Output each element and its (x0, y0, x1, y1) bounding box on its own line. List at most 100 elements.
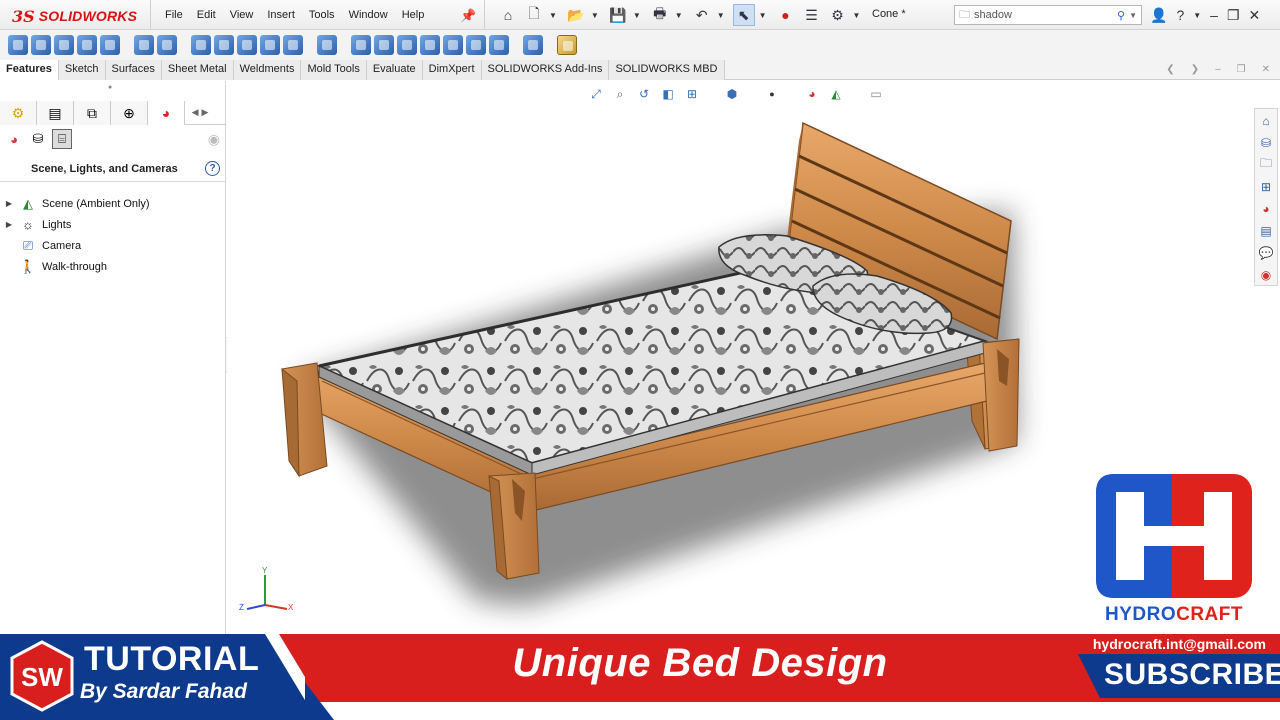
design-library-icon[interactable]: ⛁ (1257, 133, 1275, 152)
tab-surfaces[interactable]: Surfaces (105, 60, 162, 80)
dimxpert-manager-tab-icon[interactable]: ⊕ (111, 101, 148, 125)
tab-mold-tools[interactable]: Mold Tools (301, 60, 367, 80)
scroll-right-icon[interactable]: ▶ (202, 107, 209, 118)
new-document-icon[interactable]: 🗋 (523, 4, 545, 26)
select-pointer-icon[interactable]: ⬉ (732, 4, 755, 26)
fillet-icon[interactable] (283, 35, 303, 55)
open-dropdown-icon[interactable]: ▼ (591, 11, 599, 20)
doc-close-icon[interactable]: ✕ (1262, 64, 1270, 75)
menu-help[interactable]: Help (402, 9, 425, 21)
solidworks-forum-icon[interactable]: 💬 (1257, 243, 1275, 262)
tab-evaluate[interactable]: Evaluate (366, 60, 423, 80)
options-dropdown-icon[interactable]: ▼ (853, 11, 861, 20)
tree-item-lights[interactable]: ▶ ☼ Lights (0, 214, 226, 235)
select-dropdown-icon[interactable]: ▼ (759, 11, 767, 20)
lofted-boss-icon[interactable] (77, 35, 97, 55)
shell-icon[interactable] (420, 35, 440, 55)
help-dropdown-icon[interactable]: ▼ (1193, 11, 1201, 20)
menu-tools[interactable]: Tools (309, 9, 335, 21)
tab-weldments[interactable]: Weldments (233, 60, 302, 80)
tab-features[interactable]: Features (0, 60, 59, 80)
linear-pattern-icon[interactable] (317, 35, 337, 55)
decals-icon[interactable]: ⛁ (28, 129, 48, 149)
panel-help-icon[interactable]: ? (205, 161, 220, 176)
boundary-boss-icon[interactable] (100, 35, 120, 55)
search-dropdown-icon[interactable]: ▼ (1129, 11, 1137, 20)
extruded-cut-icon[interactable] (134, 35, 154, 55)
tree-item-walk-through[interactable]: 🚶 Walk-through (0, 256, 226, 277)
file-properties-icon[interactable]: ☰ (801, 4, 823, 26)
rib-icon[interactable] (351, 35, 371, 55)
doc-minimize-icon[interactable]: – (1215, 64, 1221, 75)
lofted-cut-icon[interactable] (237, 35, 257, 55)
pane-tab-scroll[interactable]: ◀ ▶ (185, 101, 215, 124)
doc-prev-icon[interactable]: ❮ (1166, 64, 1174, 75)
revolved-boss-icon[interactable] (31, 35, 51, 55)
swept-boss-icon[interactable] (54, 35, 74, 55)
boundary-cut-icon[interactable] (260, 35, 280, 55)
user-account-icon[interactable]: 👤 (1150, 7, 1167, 24)
mirror-icon[interactable] (466, 35, 486, 55)
save-icon[interactable]: 💾 (607, 4, 629, 26)
wrap-icon[interactable] (374, 35, 394, 55)
solidworks-logo[interactable]: 3S SOLIDWORKS (12, 6, 137, 26)
property-manager-tab-icon[interactable]: ▤ (37, 101, 74, 125)
revolved-cut-icon[interactable] (191, 35, 211, 55)
hole-wizard-icon[interactable] (157, 35, 177, 55)
pane-grip-icon[interactable]: ● (108, 84, 112, 91)
rebuild-traffic-light-icon[interactable]: ● (775, 4, 797, 26)
appearances-scenes-decals-icon[interactable]: ◕ (1257, 199, 1275, 218)
expand-arrow-icon[interactable]: ▶ (0, 220, 18, 229)
search-box[interactable]: 🗀 shadow ⚲ ▼ (954, 5, 1142, 25)
view-palette-icon[interactable]: ⊞ (1257, 177, 1275, 196)
tab-sheet-metal[interactable]: Sheet Metal (161, 60, 234, 80)
help-icon[interactable]: ? (1176, 7, 1184, 23)
menu-insert[interactable]: Insert (267, 9, 295, 21)
print-icon[interactable]: 🖶 (649, 4, 671, 26)
extruded-boss-icon[interactable] (8, 35, 28, 55)
undo-dropdown-icon[interactable]: ▼ (717, 11, 725, 20)
curves-icon[interactable] (523, 35, 543, 55)
scroll-left-icon[interactable]: ◀ (192, 107, 199, 118)
draft-icon[interactable] (397, 35, 417, 55)
feature-manager-tab-icon[interactable]: ⚙ (0, 101, 37, 125)
intersect-icon[interactable] (443, 35, 463, 55)
restore-icon[interactable]: ❐ (1227, 7, 1240, 24)
configuration-manager-tab-icon[interactable]: ⧉ (74, 101, 111, 125)
menu-view[interactable]: View (230, 9, 254, 21)
new-dropdown-icon[interactable]: ▼ (549, 11, 557, 20)
swept-cut-icon[interactable] (214, 35, 234, 55)
minimize-icon[interactable]: – (1210, 7, 1218, 23)
tree-item-camera[interactable]: ⎚ Camera (0, 235, 226, 256)
scene-lights-cameras-icon[interactable]: ⌸ (52, 129, 72, 149)
search-icon[interactable]: ⚲ (1117, 9, 1125, 22)
solidworks-resources-icon[interactable]: ⌂ (1257, 111, 1275, 130)
custom-properties-icon[interactable]: ▤ (1257, 221, 1275, 240)
search-input[interactable]: shadow (974, 9, 1113, 21)
open-folder-icon[interactable]: 📂 (565, 4, 587, 26)
file-explorer-icon[interactable]: 🗀 (1257, 155, 1275, 174)
expand-arrow-icon[interactable]: ▶ (0, 199, 18, 208)
menu-file[interactable]: File (165, 9, 183, 21)
tab-solidworks-addins[interactable]: SOLIDWORKS Add-Ins (481, 60, 610, 80)
tree-item-scene[interactable]: ▶ ◭ Scene (Ambient Only) (0, 193, 226, 214)
home-icon[interactable]: ⌂ (497, 4, 519, 26)
tab-dimxpert[interactable]: DimXpert (422, 60, 482, 80)
doc-restore-icon[interactable]: ❐ (1237, 64, 1246, 75)
options-gear-icon[interactable]: ⚙ (827, 4, 849, 26)
undo-icon[interactable]: ↶ (691, 4, 713, 26)
3dexperience-icon[interactable]: ◉ (1257, 265, 1275, 284)
close-icon[interactable]: ✕ (1249, 7, 1261, 24)
print-dropdown-icon[interactable]: ▼ (675, 11, 683, 20)
save-dropdown-icon[interactable]: ▼ (633, 11, 641, 20)
display-manager-tab-icon[interactable]: ◕ (148, 101, 185, 125)
menu-edit[interactable]: Edit (197, 9, 216, 21)
doc-next-icon[interactable]: ❯ (1191, 64, 1199, 75)
menu-window[interactable]: Window (349, 9, 388, 21)
pin-menu-icon[interactable]: 📌 (460, 8, 476, 24)
reference-geometry-icon[interactable] (489, 35, 509, 55)
appearances-icon[interactable]: ◕ (4, 129, 24, 149)
tab-sketch[interactable]: Sketch (58, 60, 106, 80)
instant3d-icon[interactable] (557, 35, 577, 55)
tab-solidworks-mbd[interactable]: SOLIDWORKS MBD (609, 60, 725, 80)
